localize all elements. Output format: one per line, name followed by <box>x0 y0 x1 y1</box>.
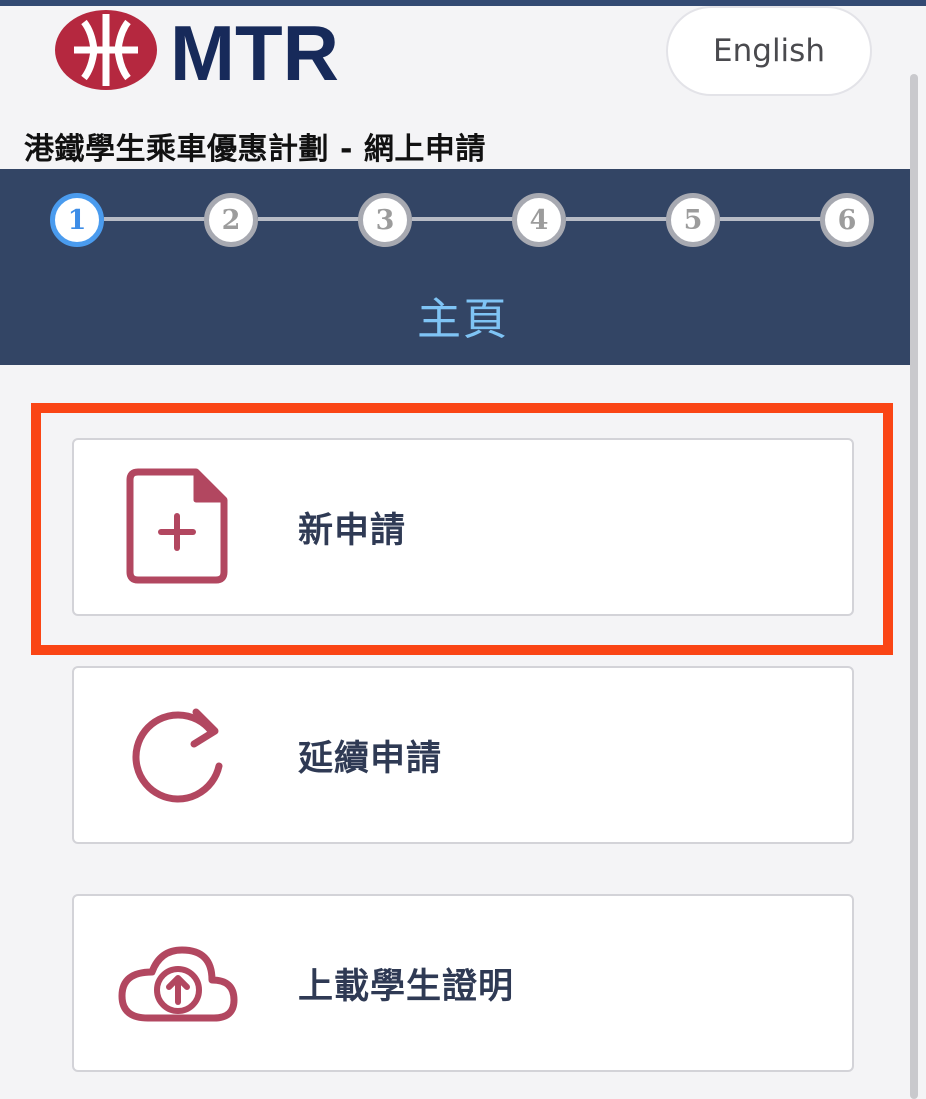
renew-application-button[interactable]: 延續申請 <box>72 666 854 844</box>
mtr-logo[interactable]: MTR <box>54 8 374 97</box>
language-toggle-button[interactable]: English <box>666 6 872 96</box>
upload-proof-label: 上載學生證明 <box>298 966 515 1007</box>
step-1: 1 <box>50 193 104 247</box>
step-3: 3 <box>358 193 412 247</box>
step-connector <box>258 217 360 221</box>
renew-application-label: 延續申請 <box>298 738 443 779</box>
upload-cloud-icon <box>118 946 238 1022</box>
step-5: 5 <box>666 193 720 247</box>
step-connector <box>412 217 514 221</box>
step-2: 2 <box>204 193 258 247</box>
logo-wordmark: MTR <box>170 9 339 94</box>
scrollbar[interactable] <box>910 74 918 1099</box>
current-step-title: 主頁 <box>417 294 509 345</box>
page-title: 港鐵學生乘車優惠計劃 - 網上申請 <box>24 132 486 167</box>
step-connector <box>566 217 668 221</box>
step-connector <box>720 217 822 221</box>
mtr-logo-icon: MTR <box>55 9 339 97</box>
step-connector <box>104 217 206 221</box>
new-application-label: 新申請 <box>298 510 407 551</box>
step-6: 6 <box>820 193 874 247</box>
new-application-button[interactable]: 新申請 <box>72 438 854 616</box>
new-file-icon <box>126 468 228 584</box>
step-4: 4 <box>512 193 566 247</box>
renew-icon <box>132 708 223 803</box>
upload-proof-button[interactable]: 上載學生證明 <box>72 894 854 1072</box>
